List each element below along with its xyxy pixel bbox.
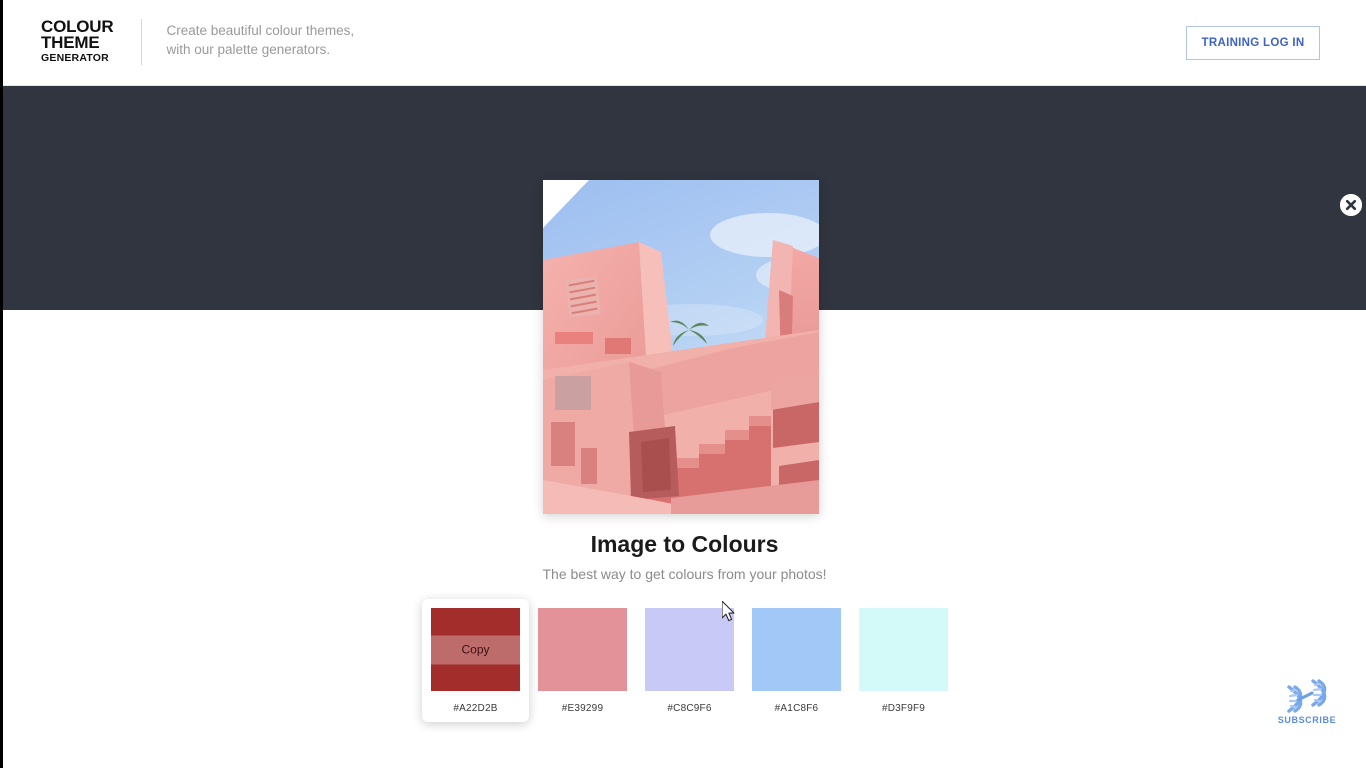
- page-root: COLOUR THEME GENERATOR Create beautiful …: [0, 0, 1366, 768]
- close-icon[interactable]: [1340, 194, 1362, 216]
- subscribe-widget[interactable]: SUBSCRIBE: [1269, 678, 1345, 725]
- swatch-card-1[interactable]: Copy #A22D2B: [422, 599, 529, 722]
- swatch-card-2[interactable]: #E39299: [529, 608, 636, 722]
- dna-helix-icon: [1284, 678, 1330, 714]
- logo: COLOUR THEME GENERATOR: [41, 18, 114, 65]
- swatch-card-4[interactable]: #A1C8F6: [743, 608, 850, 722]
- tagline-line-2: with our palette generators.: [166, 42, 331, 57]
- logo-line-2: THEME: [41, 33, 100, 52]
- subscribe-label: SUBSCRIBE: [1277, 715, 1337, 725]
- tagline: Create beautiful colour themes, with our…: [166, 19, 354, 59]
- page-subtitle: The best way to get colours from your ph…: [542, 566, 827, 582]
- swatch-card-5[interactable]: #D3F9F9: [850, 608, 957, 722]
- logo-line-3: GENERATOR: [41, 52, 109, 64]
- colour-chip-2[interactable]: [538, 608, 627, 691]
- hex-label-4: #A1C8F6: [774, 703, 819, 714]
- brand-divider: [141, 19, 143, 65]
- site-header: COLOUR THEME GENERATOR Create beautiful …: [3, 0, 1366, 86]
- hex-label-5: #D3F9F9: [881, 703, 926, 714]
- hex-label-2: #E39299: [561, 703, 604, 714]
- training-log-in-button[interactable]: TRAINING LOG IN: [1186, 26, 1320, 60]
- tagline-line-1: Create beautiful colour themes,: [166, 23, 355, 38]
- colour-chip-5[interactable]: [859, 608, 948, 691]
- uploaded-image-preview[interactable]: [543, 180, 819, 514]
- page-title: Image to Colours: [590, 531, 779, 557]
- brand[interactable]: COLOUR THEME GENERATOR Create beautiful …: [41, 18, 354, 65]
- colour-chip-3[interactable]: [645, 608, 734, 691]
- hex-label-3: #C8C9F6: [667, 703, 712, 714]
- colour-chip-4[interactable]: [752, 608, 841, 691]
- colour-chip-1[interactable]: Copy: [431, 608, 520, 691]
- swatch-card-3[interactable]: #C8C9F6: [636, 608, 743, 722]
- hex-label-1: #A22D2B: [453, 703, 498, 714]
- palette-swatch-row: Copy #A22D2B #E39299 #C8C9F6 #A1C8F6 #D3…: [422, 599, 957, 722]
- copy-overlay-1[interactable]: Copy: [431, 635, 520, 664]
